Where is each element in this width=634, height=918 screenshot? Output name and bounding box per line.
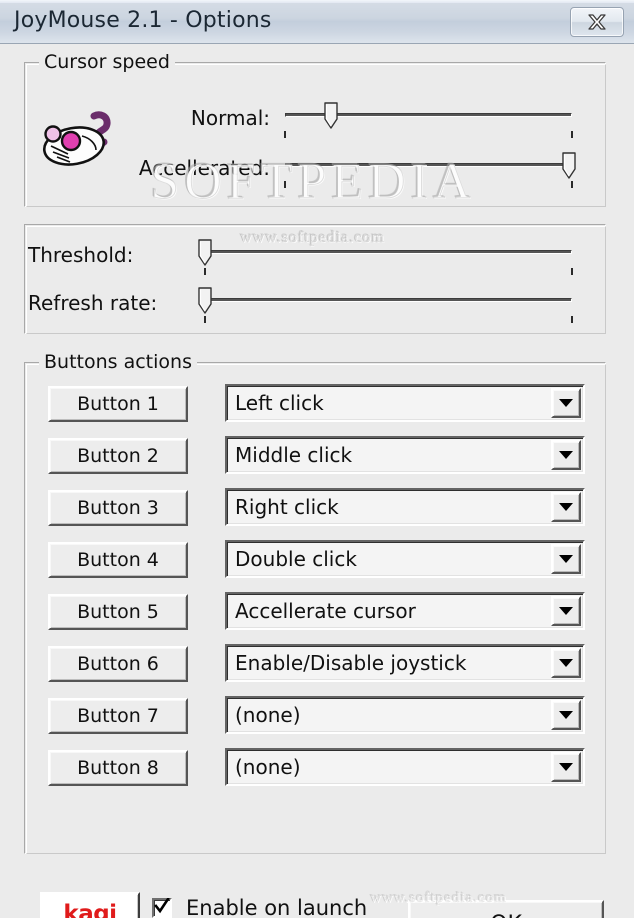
chevron-down-glyph [559, 607, 573, 615]
button-7-action-select[interactable]: (none) [225, 696, 585, 734]
button-5-label: Button 5 [77, 601, 159, 623]
button-6-action-select[interactable]: Enable/Disable joystick [225, 644, 585, 682]
button-2-action-value: Middle click [235, 443, 353, 467]
window-title: JoyMouse 2.1 - Options [14, 8, 272, 33]
button-8-action-select[interactable]: (none) [225, 748, 585, 786]
chevron-down-glyph [559, 555, 573, 563]
chevron-down-glyph [559, 711, 573, 719]
chevron-down-icon[interactable] [551, 700, 581, 730]
normal-speed-slider[interactable] [284, 100, 573, 138]
button-5-assign-button[interactable]: Button 5 [48, 594, 188, 630]
button-8-label: Button 8 [77, 757, 159, 779]
button-3-action-value: Right click [235, 495, 339, 519]
button-2-label: Button 2 [77, 445, 159, 467]
chevron-down-icon[interactable] [551, 596, 581, 626]
button-8-assign-button[interactable]: Button 8 [48, 750, 188, 786]
refresh-rate-slider[interactable] [198, 285, 573, 323]
normal-slider-tick-right [571, 131, 573, 138]
button-3-label: Button 3 [77, 497, 159, 519]
kagi-donate-button[interactable]: kagi DONATE [40, 892, 140, 918]
button-1-action-value: Left click [235, 391, 324, 415]
button-3-action-select[interactable]: Right click [225, 488, 585, 526]
threshold-slider[interactable] [198, 237, 573, 275]
buttons-actions-group-title: Buttons actions [39, 351, 197, 373]
chevron-down-icon[interactable] [551, 492, 581, 522]
button-3-assign-button[interactable]: Button 3 [48, 490, 188, 526]
button-5-action-value: Accellerate cursor [235, 599, 416, 623]
button-1-assign-button[interactable]: Button 1 [48, 386, 188, 422]
chevron-down-glyph [559, 451, 573, 459]
refresh-slider-thumb[interactable] [198, 287, 212, 315]
button-6-assign-button[interactable]: Button 6 [48, 646, 188, 682]
accellerated-slider-tick-left [284, 181, 286, 188]
enable-on-launch-checkbox[interactable]: Enable on launch [152, 896, 367, 918]
button-4-action-select[interactable]: Double click [225, 540, 585, 578]
normal-slider-thumb[interactable] [324, 102, 338, 130]
checkbox-box[interactable] [152, 898, 172, 918]
chevron-down-icon[interactable] [551, 388, 581, 418]
accellerated-speed-slider[interactable] [284, 150, 576, 188]
button-1-label: Button 1 [77, 393, 159, 415]
button-6-label: Button 6 [77, 653, 159, 675]
button-7-assign-button[interactable]: Button 7 [48, 698, 188, 734]
threshold-label: Threshold: [28, 243, 134, 267]
accellerated-slider-thumb[interactable] [562, 152, 576, 180]
title-bar-gloss [0, 0, 634, 3]
refresh-slider-tick-left [204, 316, 206, 323]
chevron-down-icon[interactable] [551, 544, 581, 574]
chevron-down-glyph [559, 763, 573, 771]
chevron-down-glyph [559, 399, 573, 407]
ok-button-label: OK [490, 912, 522, 918]
threshold-slider-thumb[interactable] [198, 239, 212, 267]
button-6-action-value: Enable/Disable joystick [235, 651, 467, 675]
threshold-slider-tick-right [571, 268, 573, 275]
normal-slider-tick-left [284, 131, 286, 138]
cursor-speed-group-title: Cursor speed [39, 51, 175, 73]
accellerated-slider-tick-right [571, 181, 573, 188]
button-4-action-value: Double click [235, 547, 357, 571]
button-8-action-value: (none) [235, 755, 301, 779]
normal-speed-label: Normal: [190, 106, 270, 130]
button-7-label: Button 7 [77, 705, 159, 727]
dialog-client-area: SOFTPEDIA www.softpedia.com www.softpedi… [0, 44, 634, 918]
refresh-rate-label: Refresh rate: [28, 291, 158, 315]
ok-button[interactable]: OK [408, 900, 604, 918]
button-2-action-select[interactable]: Middle click [225, 436, 585, 474]
button-4-assign-button[interactable]: Button 4 [48, 542, 188, 578]
button-4-label: Button 4 [77, 549, 159, 571]
accellerated-slider-track [285, 163, 572, 167]
refresh-slider-tick-right [571, 316, 573, 323]
enable-on-launch-label: Enable on launch [186, 896, 368, 918]
close-button[interactable] [570, 7, 624, 37]
threshold-slider-tick-left [204, 268, 206, 275]
chevron-down-glyph [559, 503, 573, 511]
button-5-action-select[interactable]: Accellerate cursor [225, 592, 585, 630]
chevron-down-icon[interactable] [551, 648, 581, 678]
joymouse-options-window: JoyMouse 2.1 - Options SOFTPEDIA www.sof… [0, 0, 634, 918]
chevron-down-glyph [559, 659, 573, 667]
button-7-action-value: (none) [235, 703, 301, 727]
threshold-slider-track [205, 250, 572, 254]
title-bar: JoyMouse 2.1 - Options [0, 0, 634, 44]
kagi-logo-text: kagi [63, 900, 117, 918]
chevron-down-icon[interactable] [551, 752, 581, 782]
chevron-down-icon[interactable] [551, 440, 581, 470]
refresh-slider-track [205, 298, 572, 302]
button-2-assign-button[interactable]: Button 2 [48, 438, 188, 474]
accellerated-speed-label: Accellerated: [138, 156, 270, 180]
button-1-action-select[interactable]: Left click [225, 384, 585, 422]
close-x-icon [571, 8, 623, 36]
